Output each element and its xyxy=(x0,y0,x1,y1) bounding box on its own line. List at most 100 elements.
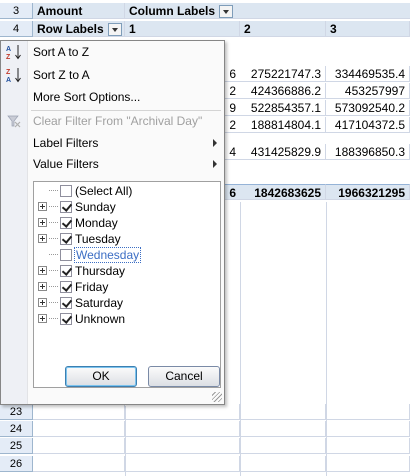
expand-icon[interactable] xyxy=(38,282,47,292)
svg-text:Z: Z xyxy=(6,69,11,76)
value-cell[interactable]: 522854357.1 xyxy=(240,100,326,116)
empty-cell[interactable] xyxy=(33,404,125,420)
resize-grip-icon[interactable] xyxy=(212,392,222,402)
filter-item-saturday[interactable]: Saturday xyxy=(38,294,123,310)
filter-item-wednesday[interactable]: Wednesday xyxy=(38,246,142,263)
expand-icon[interactable] xyxy=(38,202,47,212)
empty-cell[interactable] xyxy=(125,438,240,454)
menu-item-label: Label Filters xyxy=(33,136,99,150)
expand-icon[interactable] xyxy=(38,314,47,324)
empty-cell[interactable] xyxy=(326,421,410,437)
expand-icon[interactable] xyxy=(38,266,47,276)
tree-connector xyxy=(49,222,58,224)
filter-item-sunday[interactable]: Sunday xyxy=(38,198,116,214)
menu-item-more-sort-options[interactable]: More Sort Options... xyxy=(1,87,224,107)
empty-cell[interactable] xyxy=(125,421,240,437)
filter-values-list[interactable]: (Select All) Sunday Monday Tuesday Wedne… xyxy=(33,181,221,388)
filter-item-thursday[interactable]: Thursday xyxy=(38,262,125,278)
row-header[interactable]: 25 xyxy=(0,438,33,454)
filter-item-friday[interactable]: Friday xyxy=(38,278,108,294)
row-header[interactable]: 24 xyxy=(0,421,33,437)
row-labels-text: Row Labels xyxy=(37,22,104,36)
empty-cell[interactable] xyxy=(33,456,125,472)
total-cell[interactable]: 1966321295 xyxy=(326,184,410,200)
clear-filter-icon xyxy=(5,113,23,129)
value-cell[interactable]: 573092540.2 xyxy=(326,100,410,116)
menu-item-sort-az[interactable]: A Z Sort A to Z xyxy=(1,42,224,62)
row-header[interactable]: 4 xyxy=(0,21,33,37)
value-cell[interactable]: 453257997 xyxy=(326,83,410,99)
row-header[interactable]: 26 xyxy=(0,456,33,472)
empty-cell[interactable] xyxy=(240,456,326,472)
tree-connector xyxy=(49,190,58,192)
empty-cell[interactable] xyxy=(240,438,326,454)
row-labels-filter-dropdown[interactable] xyxy=(107,23,122,36)
tree-connector xyxy=(49,318,58,320)
empty-cell[interactable] xyxy=(240,404,326,420)
filter-item-label: (Select All) xyxy=(75,183,133,198)
value-cell[interactable]: 334469535.4 xyxy=(326,66,410,82)
col-header-2[interactable]: 2 xyxy=(240,21,326,37)
submenu-arrow-icon xyxy=(213,139,217,147)
checkbox[interactable] xyxy=(60,312,72,325)
row-header[interactable]: 3 xyxy=(0,3,33,19)
svg-text:A: A xyxy=(6,46,11,53)
sheet-row-24: 24 xyxy=(0,421,410,437)
cancel-button[interactable]: Cancel xyxy=(148,366,220,387)
column-labels-text: Column Labels xyxy=(129,4,216,18)
column-labels-cell[interactable]: Column Labels xyxy=(125,3,410,19)
value-cell[interactable]: 431425829.9 xyxy=(240,144,326,160)
menu-item-clear-filter: Clear Filter From "Archival Day" xyxy=(1,111,224,131)
value-cell[interactable]: 417104372.5 xyxy=(326,117,410,133)
row-labels-cell[interactable]: Row Labels xyxy=(33,21,125,37)
menu-item-sort-za[interactable]: Z A Sort Z to A xyxy=(1,65,224,85)
value-cell[interactable]: 275221747.3 xyxy=(240,66,326,82)
ok-button[interactable]: OK xyxy=(65,366,137,387)
col-header-3[interactable]: 3 xyxy=(326,21,410,37)
empty-cell[interactable] xyxy=(33,421,125,437)
sheet-row-25: 25 xyxy=(0,438,410,454)
sheet-row-23: 23 xyxy=(0,404,410,420)
total-cell[interactable]: 1842683625 xyxy=(240,184,326,200)
checkbox[interactable] xyxy=(60,200,72,213)
expand-icon[interactable] xyxy=(38,234,47,244)
value-cell[interactable]: 188396850.3 xyxy=(326,144,410,160)
value-cell[interactable]: 188814804.1 xyxy=(240,117,326,133)
tree-connector xyxy=(49,206,58,208)
column-labels-filter-dropdown[interactable] xyxy=(219,5,234,18)
submenu-arrow-icon xyxy=(213,160,217,168)
filter-item-label: Wednesday xyxy=(73,246,142,263)
filter-item-label: Tuesday xyxy=(75,231,121,246)
empty-cell[interactable] xyxy=(326,456,410,472)
row-header[interactable]: 23 xyxy=(0,404,33,420)
tree-connector xyxy=(49,270,58,272)
checkbox[interactable] xyxy=(60,264,72,277)
filter-item-tuesday[interactable]: Tuesday xyxy=(38,230,121,246)
checkbox[interactable] xyxy=(60,184,72,197)
empty-cell[interactable] xyxy=(125,404,240,420)
menu-item-label: Sort A to Z xyxy=(33,45,90,59)
expand-icon[interactable] xyxy=(38,218,47,228)
sheet-row-3: 3 Amount Column Labels xyxy=(0,3,410,19)
checkbox[interactable] xyxy=(60,248,72,261)
svg-text:A: A xyxy=(6,77,11,83)
empty-cell[interactable] xyxy=(240,421,326,437)
checkbox[interactable] xyxy=(60,232,72,245)
checkbox[interactable] xyxy=(60,280,72,293)
menu-item-label: Sort Z to A xyxy=(33,68,90,82)
empty-cell[interactable] xyxy=(326,438,410,454)
value-cell[interactable]: 424366886.2 xyxy=(240,83,326,99)
menu-item-label-filters[interactable]: Label Filters xyxy=(1,133,224,153)
filter-item-unknown[interactable]: Unknown xyxy=(38,310,125,326)
col-header-1[interactable]: 1 xyxy=(125,21,240,37)
menu-item-value-filters[interactable]: Value Filters xyxy=(1,154,224,174)
expand-icon[interactable] xyxy=(38,298,47,308)
empty-cell[interactable] xyxy=(33,438,125,454)
filter-item-select-all[interactable]: (Select All) xyxy=(38,182,132,198)
pivot-values-label[interactable]: Amount xyxy=(33,3,125,19)
empty-cell[interactable] xyxy=(326,404,410,420)
filter-item-monday[interactable]: Monday xyxy=(38,214,118,230)
checkbox[interactable] xyxy=(60,296,72,309)
empty-cell[interactable] xyxy=(125,456,240,472)
checkbox[interactable] xyxy=(60,216,72,229)
